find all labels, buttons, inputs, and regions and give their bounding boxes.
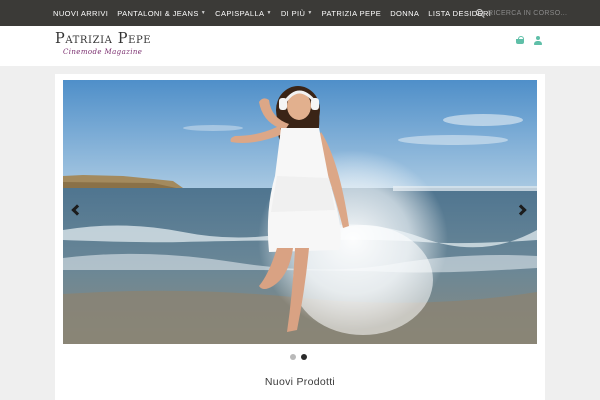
nav-item-nuovi-arrivi[interactable]: NUOVI ARRIVI [53,9,108,18]
slider-pagination [290,354,312,360]
search-input[interactable] [488,9,588,17]
search-box [476,6,596,20]
slider-prev-button[interactable] [68,202,83,220]
site-header: Patrizia Pepe Cinemode Magazine [0,26,600,66]
slider-dot-2[interactable] [301,354,307,360]
nav-item-pantaloni-jeans[interactable]: PANTALONI & JEANS ▼ [117,9,206,18]
caret-down-icon: ▼ [200,10,207,16]
nav-item-donna[interactable]: DONNA [390,9,419,18]
main-menu: NUOVI ARRIVI PANTALONI & JEANS ▼ CAPISPAL… [53,0,500,26]
nav-item-label: CAPISPALLA [215,8,265,18]
slider-image [63,80,537,344]
section-title: Nuovi Prodotti [264,376,336,388]
caret-down-icon: ▼ [266,10,272,16]
chevron-left-icon [71,204,83,216]
chevron-right-icon [515,204,527,216]
nav-item-label: PANTALONI & JEANS [117,8,199,18]
nav-item-label: PATRIZIA PEPE [321,8,382,18]
logo-title: Patrizia Pepe [55,31,152,47]
user-icon[interactable] [532,35,544,47]
slider-next-button[interactable] [515,202,530,220]
caret-down-icon: ▼ [307,10,313,16]
slider-dot-1[interactable] [290,354,296,360]
shopping-basket-icon[interactable] [514,35,526,47]
search-icon[interactable] [476,8,485,18]
nav-item-capispalla[interactable]: CAPISPALLA ▼ [215,9,272,18]
top-navigation-bar: NUOVI ARRIVI PANTALONI & JEANS ▼ CAPISPAL… [0,0,600,26]
nav-item-label: DONNA [390,8,420,18]
site-logo[interactable]: Patrizia Pepe Cinemode Magazine [55,31,151,56]
header-icons [514,35,550,47]
hero-slider[interactable] [63,80,537,344]
nav-item-label: NUOVI ARRIVI [53,8,109,18]
nav-item-patrizia-pepe[interactable]: PATRIZIA PEPE [322,9,382,18]
nav-item-di-piu[interactable]: DI PIÙ ▼ [281,9,313,18]
logo-subtitle: Cinemode Magazine [63,48,143,56]
nav-item-label: DI PIÙ [280,8,306,18]
